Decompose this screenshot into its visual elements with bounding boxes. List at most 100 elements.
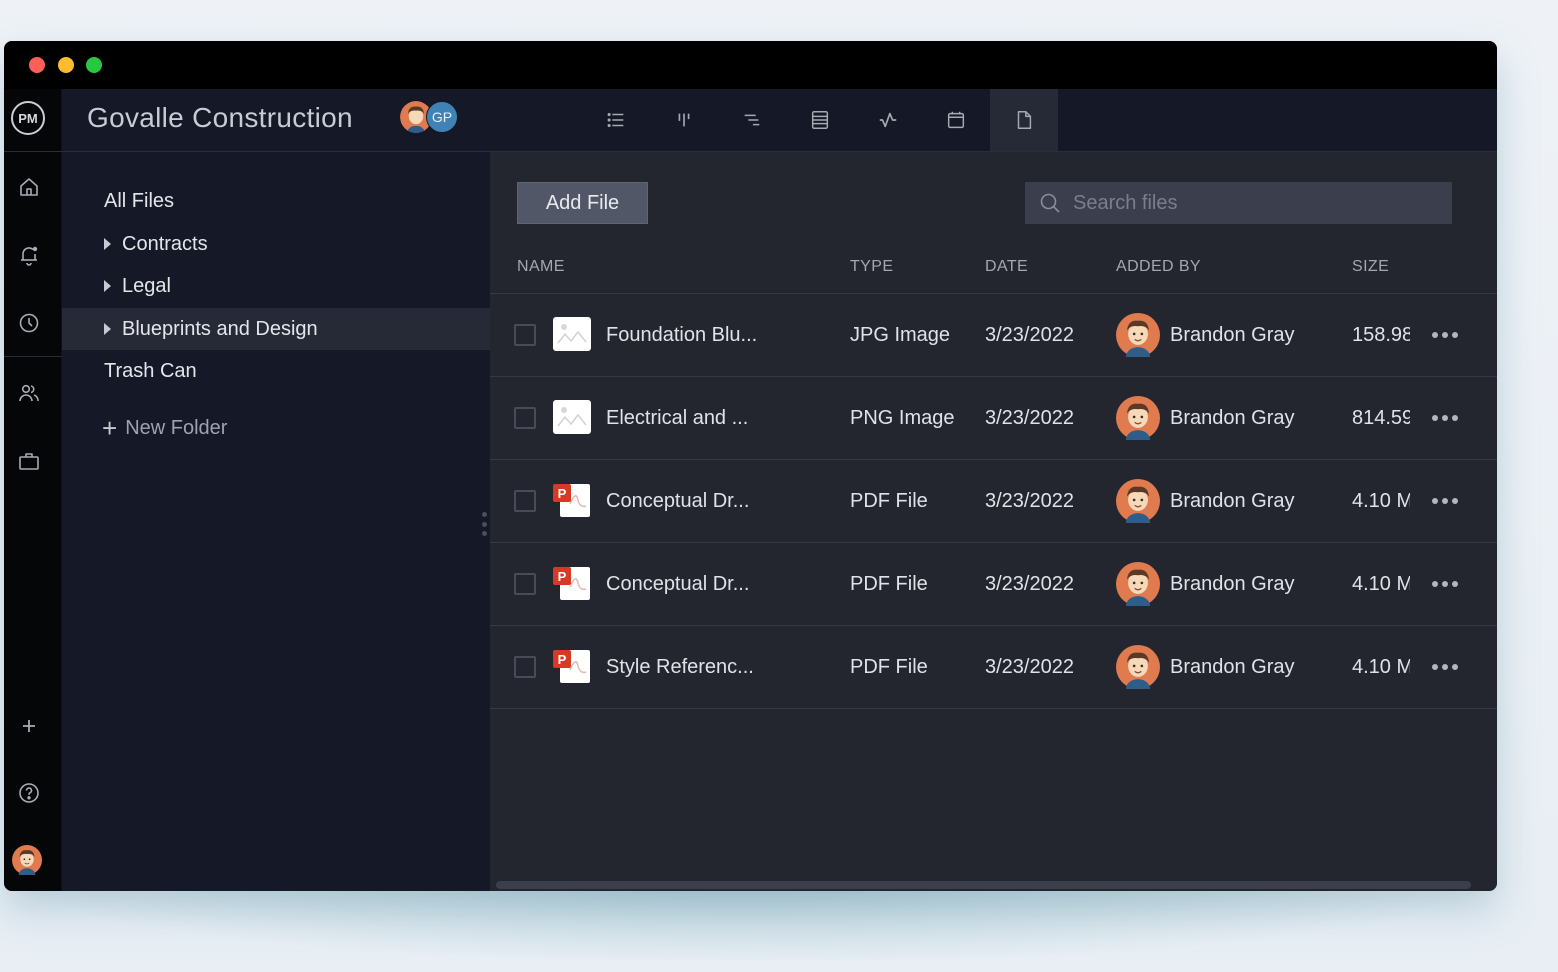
user-avatar: [1116, 396, 1160, 440]
more-options-icon[interactable]: [1432, 488, 1458, 514]
maximize-window-button[interactable]: [86, 57, 102, 73]
more-options-icon[interactable]: [1432, 322, 1458, 348]
profile-avatar[interactable]: [12, 845, 42, 875]
image-file-icon: [552, 399, 592, 435]
add-file-button[interactable]: Add File: [517, 182, 648, 224]
file-size: 158.98: [1352, 323, 1410, 346]
project-members[interactable]: GP: [400, 101, 464, 135]
gantt-icon: [744, 114, 760, 126]
user-name: Brandon Gray: [1170, 323, 1295, 346]
view-tab-sheet[interactable]: [786, 89, 854, 151]
row-checkbox[interactable]: [514, 407, 536, 429]
file-row[interactable]: P Conceptual Dr... PDF File 3/23/2022 Br…: [490, 460, 1497, 543]
file-name[interactable]: Foundation Blu...: [606, 294, 757, 376]
file-added-by: Brandon Gray: [1116, 294, 1295, 376]
board-icon: [678, 113, 690, 127]
file-row[interactable]: P Conceptual Dr... PDF File 3/23/2022 Br…: [490, 543, 1497, 626]
file-row[interactable]: Electrical and ... PNG Image 3/23/2022 B…: [490, 377, 1497, 460]
file-name[interactable]: Style Referenc...: [606, 626, 754, 708]
search-icon: [1040, 193, 1060, 213]
briefcase-icon[interactable]: [17, 449, 41, 473]
more-options-icon[interactable]: [1432, 405, 1458, 431]
folder-label: Contracts: [122, 232, 208, 255]
file-added-by: Brandon Gray: [1116, 460, 1295, 542]
view-tab-calendar[interactable]: [922, 89, 990, 151]
sheet-icon: [811, 111, 829, 129]
pm-logo[interactable]: PM: [11, 101, 45, 135]
file-name[interactable]: Conceptual Dr...: [606, 543, 749, 625]
calendar-icon: [947, 111, 965, 129]
file-name[interactable]: Electrical and ...: [606, 377, 748, 459]
caret-right-icon[interactable]: [104, 280, 111, 292]
pulse-icon: [879, 112, 897, 128]
horizontal-scrollbar[interactable]: [496, 881, 1471, 889]
project-header: Govalle Construction GP: [62, 89, 1497, 152]
file-name[interactable]: Conceptual Dr...: [606, 460, 749, 542]
table-header: NAME TYPE DATE ADDED BY SIZE: [490, 250, 1497, 294]
folder-contracts[interactable]: Contracts: [62, 223, 490, 265]
file-size: 4.10 MB: [1352, 489, 1410, 512]
file-type: JPG Image: [850, 323, 951, 346]
file-date: 3/23/2022: [985, 406, 1074, 429]
bell-icon[interactable]: [17, 243, 41, 267]
minimize-window-button[interactable]: [58, 57, 74, 73]
folder-label: All Files: [104, 189, 175, 212]
search-input[interactable]: [1073, 191, 1433, 215]
file-date: 3/23/2022: [985, 323, 1074, 346]
row-checkbox[interactable]: [514, 490, 536, 512]
column-header-name[interactable]: NAME: [517, 258, 565, 276]
new-folder-button[interactable]: + New Folder: [102, 415, 227, 441]
file-size: 814.59: [1352, 406, 1410, 429]
caret-right-icon[interactable]: [104, 323, 111, 335]
caret-right-icon[interactable]: [104, 238, 111, 250]
column-header-date[interactable]: DATE: [985, 258, 1028, 276]
clock-icon[interactable]: [17, 311, 41, 335]
member-initials-avatar[interactable]: GP: [426, 101, 458, 133]
view-tab-dashboard[interactable]: [854, 89, 922, 151]
files-panel: Add File NAME TYPE DATE ADDED BY SIZE Fo…: [490, 152, 1497, 891]
view-tab-gantt[interactable]: [718, 89, 786, 151]
sidebar-resize-handle[interactable]: [481, 512, 487, 536]
help-icon[interactable]: [17, 781, 41, 805]
plus-icon[interactable]: [17, 714, 41, 738]
column-header-size[interactable]: SIZE: [1352, 258, 1389, 276]
view-tab-files[interactable]: [990, 89, 1058, 151]
file-list: Foundation Blu... JPG Image 3/23/2022 Br…: [490, 294, 1497, 709]
file-row[interactable]: P Style Referenc... PDF File 3/23/2022 B…: [490, 626, 1497, 709]
search-box[interactable]: [1025, 182, 1452, 224]
folder-trash-can[interactable]: Trash Can: [62, 350, 490, 392]
row-checkbox[interactable]: [514, 656, 536, 678]
more-options-icon[interactable]: [1432, 571, 1458, 597]
folder-label: Legal: [122, 274, 171, 297]
more-options-icon[interactable]: [1432, 654, 1458, 680]
folder-label: Trash Can: [104, 359, 197, 382]
svg-text:P: P: [558, 569, 567, 584]
view-tab-list[interactable]: [582, 89, 650, 151]
row-checkbox[interactable]: [514, 573, 536, 595]
column-header-added-by[interactable]: ADDED BY: [1116, 258, 1201, 276]
users-icon[interactable]: [17, 381, 41, 405]
home-icon[interactable]: [17, 175, 41, 199]
close-window-button[interactable]: [29, 57, 45, 73]
new-folder-label: New Folder: [125, 416, 228, 439]
file-size: 4.10 MB: [1352, 572, 1410, 595]
file-type: PDF File: [850, 489, 928, 512]
view-tab-board[interactable]: [650, 89, 718, 151]
user-name: Brandon Gray: [1170, 572, 1295, 595]
file-date: 3/23/2022: [985, 489, 1074, 512]
file-added-by: Brandon Gray: [1116, 543, 1295, 625]
row-checkbox[interactable]: [514, 324, 536, 346]
column-header-type[interactable]: TYPE: [850, 258, 893, 276]
folder-legal[interactable]: Legal: [62, 265, 490, 307]
pdf-file-icon: P: [552, 565, 592, 601]
file-date: 3/23/2022: [985, 655, 1074, 678]
folder-sidebar: All Files Contracts Legal Blueprints and…: [62, 152, 490, 891]
folder-blueprints-and-design[interactable]: Blueprints and Design: [62, 308, 490, 350]
file-type: PNG Image: [850, 406, 955, 429]
pdf-file-icon: P: [552, 648, 592, 684]
file-added-by: Brandon Gray: [1116, 626, 1295, 708]
folder-all-files[interactable]: All Files: [62, 180, 490, 222]
user-avatar: [1116, 479, 1160, 523]
rail-divider: [4, 151, 62, 152]
file-row[interactable]: Foundation Blu... JPG Image 3/23/2022 Br…: [490, 294, 1497, 377]
